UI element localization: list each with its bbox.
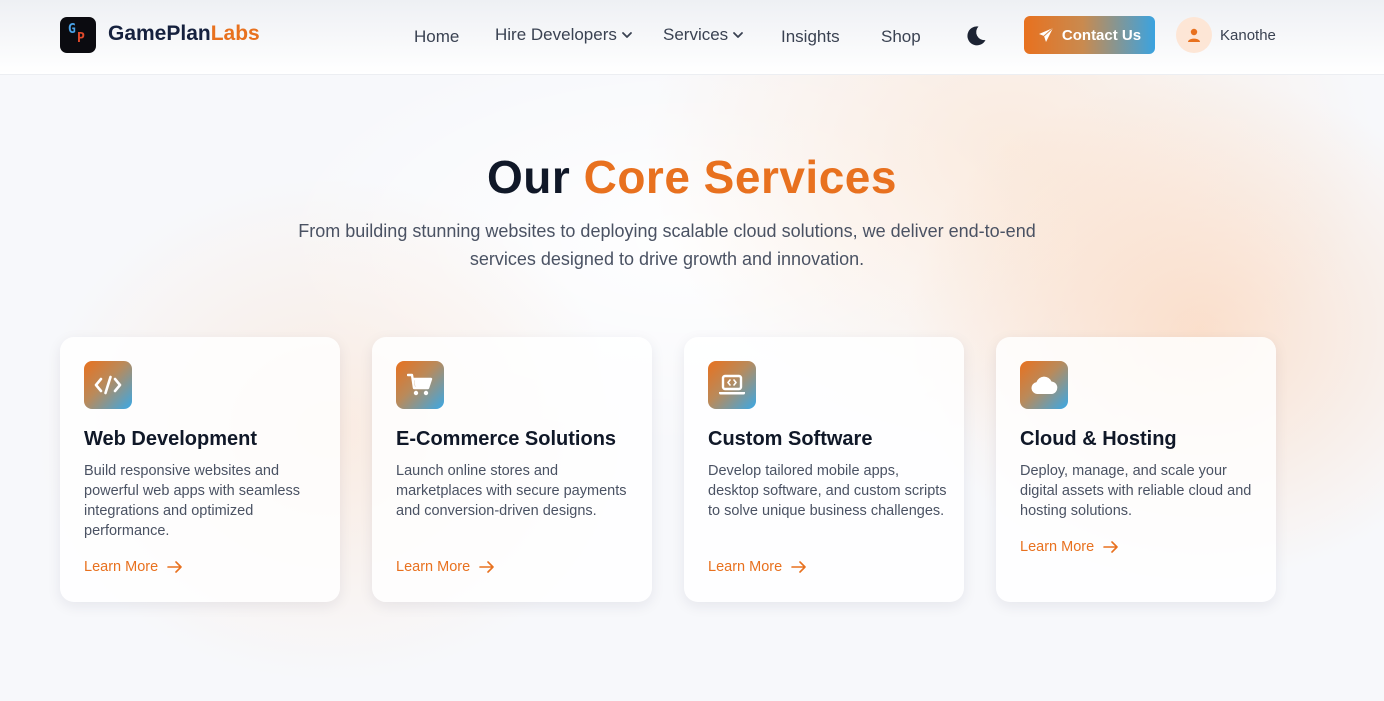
- laptop-code-icon: [708, 361, 756, 409]
- brand-name[interactable]: GamePlanLabs: [108, 22, 260, 46]
- section-title-accent: Core Services: [583, 151, 897, 203]
- card-description: Build responsive websites and powerful w…: [84, 463, 300, 539]
- brand-name-accent: Labs: [210, 22, 260, 45]
- chevron-down-icon: [733, 32, 744, 38]
- section-title: Our Core Services: [0, 150, 1384, 204]
- avatar[interactable]: [1176, 17, 1212, 53]
- service-card-web-development: Web Development Build responsive website…: [60, 337, 340, 602]
- card-title: Web Development: [84, 428, 257, 450]
- cloud-icon: [1020, 361, 1068, 409]
- section-subtitle: From building stunning websites to deplo…: [298, 221, 1036, 269]
- nav-shop[interactable]: Shop: [881, 27, 921, 47]
- card-description: Deploy, manage, and scale your digital a…: [1020, 463, 1252, 519]
- learn-more-label: Learn More: [1020, 539, 1095, 555]
- nav-insights[interactable]: Insights: [781, 27, 840, 47]
- arrow-right-icon: [1103, 541, 1118, 553]
- nav-insights-label: Insights: [781, 27, 840, 46]
- arrow-right-icon: [479, 561, 494, 573]
- chevron-down-icon: [621, 32, 632, 38]
- card-title: Cloud & Hosting: [1020, 428, 1177, 450]
- logo-letter-g: G: [68, 22, 76, 37]
- nav-hire-developers[interactable]: Hire Developers: [495, 25, 633, 45]
- code-icon: [84, 361, 132, 409]
- learn-more-link[interactable]: Learn More: [708, 559, 807, 575]
- learn-more-link[interactable]: Learn More: [1020, 539, 1119, 555]
- nav-home-label: Home: [414, 27, 460, 46]
- learn-more-label: Learn More: [396, 559, 471, 575]
- nav-services[interactable]: Services: [663, 25, 744, 45]
- moon-icon[interactable]: [964, 24, 988, 48]
- brand-name-main: GamePlan: [108, 22, 211, 45]
- logo[interactable]: G P: [60, 17, 96, 53]
- card-description: Develop tailored mobile apps, desktop so…: [708, 463, 947, 519]
- learn-more-link[interactable]: Learn More: [84, 559, 183, 575]
- card-title: E-Commerce Solutions: [396, 428, 617, 450]
- top-navbar: G P GamePlanLabs Home Hire Developers Se…: [0, 0, 1384, 75]
- nav-hire-label: Hire Developers: [495, 25, 617, 44]
- arrow-right-icon: [791, 561, 806, 573]
- service-card-cloud-hosting: Cloud & Hosting Deploy, manage, and scal…: [996, 337, 1276, 602]
- logo-letter-p: P: [77, 31, 85, 46]
- nav-services-label: Services: [663, 25, 729, 44]
- nav-shop-label: Shop: [881, 27, 921, 46]
- learn-more-label: Learn More: [708, 559, 783, 575]
- nav-home[interactable]: Home: [414, 27, 459, 47]
- contact-us-button[interactable]: Contact Us: [1024, 16, 1155, 54]
- card-description: Launch online stores and marketplaces wi…: [396, 463, 627, 519]
- learn-more-link[interactable]: Learn More: [396, 559, 495, 575]
- learn-more-label: Learn More: [84, 559, 159, 575]
- section-title-main: Our: [487, 151, 571, 203]
- cart-icon: [396, 361, 444, 409]
- user-icon: [1188, 28, 1200, 42]
- arrow-right-icon: [167, 561, 182, 573]
- service-card-custom-software: Custom Software Develop tailored mobile …: [684, 337, 964, 602]
- contact-us-label: Contact Us: [1061, 26, 1142, 44]
- paper-plane-icon: [1038, 27, 1054, 42]
- service-card-ecommerce: E-Commerce Solutions Launch online store…: [372, 337, 652, 602]
- page: G P GamePlanLabs Home Hire Developers Se…: [0, 0, 1384, 701]
- username[interactable]: Kanothe: [1220, 27, 1276, 44]
- card-title: Custom Software: [708, 428, 873, 450]
